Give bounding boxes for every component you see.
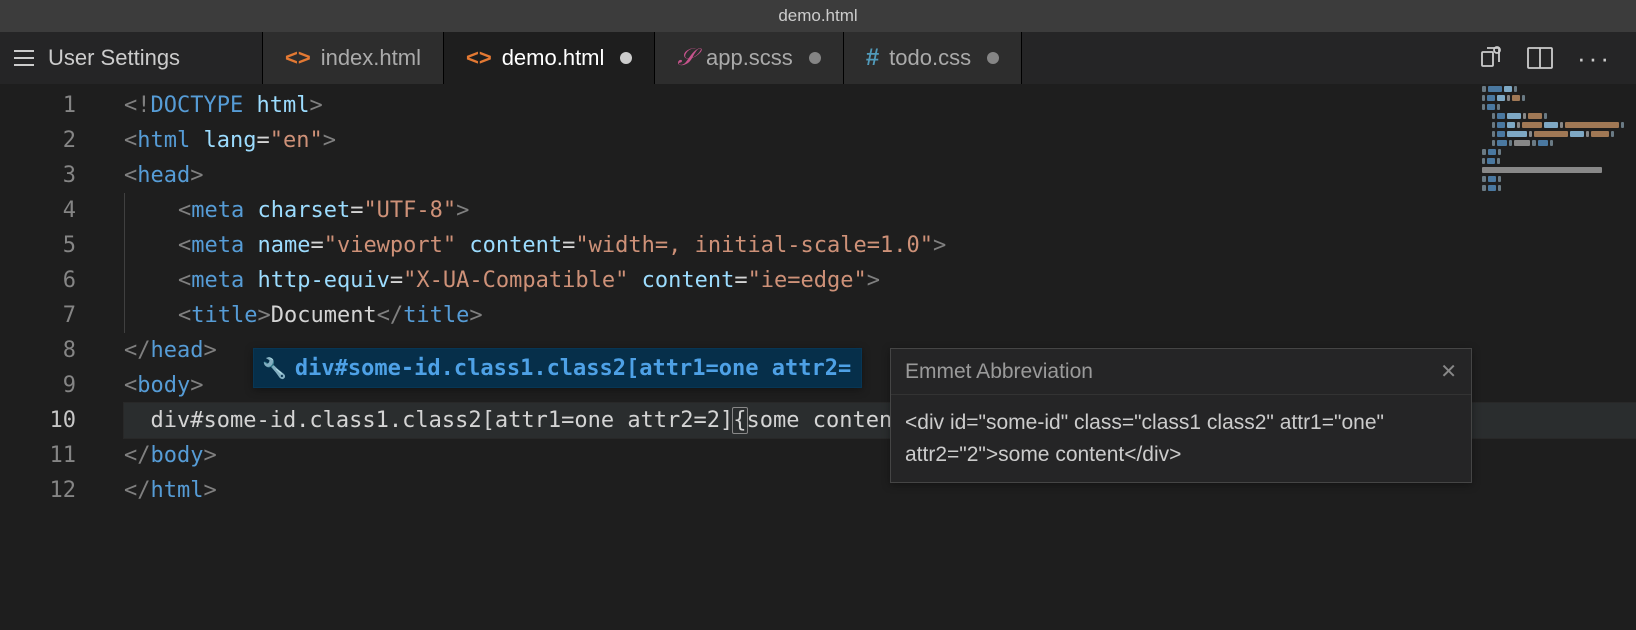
code-file-icon: <>: [285, 45, 311, 71]
code-line[interactable]: <meta http-equiv="X-UA-Compatible" conte…: [124, 263, 1636, 298]
line-number: 9: [0, 368, 100, 403]
gutter: 123456789101112: [0, 84, 100, 508]
suggest-documentation: Emmet Abbreviation ✕ <div id="some-id" c…: [890, 348, 1472, 483]
suggest-widget[interactable]: 🔧 div#some-id.class1.class2[attr1=one at…: [253, 348, 862, 388]
more-actions-icon[interactable]: ···: [1577, 45, 1612, 71]
line-number: 6: [0, 263, 100, 298]
code-line[interactable]: <head>: [124, 158, 1636, 193]
code-line[interactable]: <title>Document</title>: [124, 298, 1636, 333]
dirty-indicator-icon: [987, 52, 999, 64]
tab-label: index.html: [321, 45, 421, 71]
tab-label: demo.html: [502, 45, 605, 71]
code-file-icon: <>: [466, 45, 492, 71]
close-icon[interactable]: ✕: [1440, 359, 1457, 384]
code-line[interactable]: <!DOCTYPE html>: [124, 88, 1636, 123]
line-number: 2: [0, 123, 100, 158]
line-number: 5: [0, 228, 100, 263]
window-title: demo.html: [778, 6, 857, 26]
tab-user-settings[interactable]: User Settings: [0, 32, 263, 84]
scss-file-icon: 𝒮: [677, 45, 696, 72]
wrench-icon: 🔧: [262, 356, 287, 380]
dirty-indicator-icon: [809, 52, 821, 64]
tab-app-scss[interactable]: 𝒮 app.scss: [655, 32, 843, 84]
dirty-indicator-icon: [620, 52, 632, 64]
title-bar: demo.html: [0, 0, 1636, 32]
tab-label: app.scss: [706, 45, 793, 71]
compare-changes-icon[interactable]: [1479, 46, 1503, 70]
tabbar-actions: ···: [1479, 32, 1636, 84]
code-line[interactable]: <meta name="viewport" content="width=, i…: [124, 228, 1636, 263]
suggest-item-text: div#some-id.class1.class2[attr1=one attr…: [295, 356, 851, 381]
tab-label: todo.css: [889, 45, 971, 71]
settings-list-icon: [14, 50, 34, 66]
line-number: 3: [0, 158, 100, 193]
code-line[interactable]: <html lang="en">: [124, 123, 1636, 158]
line-number: 8: [0, 333, 100, 368]
hover-title: Emmet Abbreviation: [905, 360, 1093, 384]
line-number: 10: [0, 403, 100, 438]
tab-label: User Settings: [48, 45, 180, 71]
line-number: 12: [0, 473, 100, 508]
tab-todo-css[interactable]: # todo.css: [844, 32, 1022, 84]
tab-demo-html[interactable]: <> demo.html: [444, 32, 655, 84]
line-number: 11: [0, 438, 100, 473]
line-number: 4: [0, 193, 100, 228]
line-number: 1: [0, 88, 100, 123]
split-editor-icon[interactable]: [1527, 47, 1553, 69]
line-number: 7: [0, 298, 100, 333]
hover-body: <div id="some-id" class="class1 class2" …: [891, 395, 1471, 482]
code-line[interactable]: <meta charset="UTF-8">: [124, 193, 1636, 228]
css-file-icon: #: [866, 44, 879, 72]
tab-index-html[interactable]: <> index.html: [263, 32, 444, 84]
tab-bar: User Settings <> index.html <> demo.html…: [0, 32, 1636, 84]
